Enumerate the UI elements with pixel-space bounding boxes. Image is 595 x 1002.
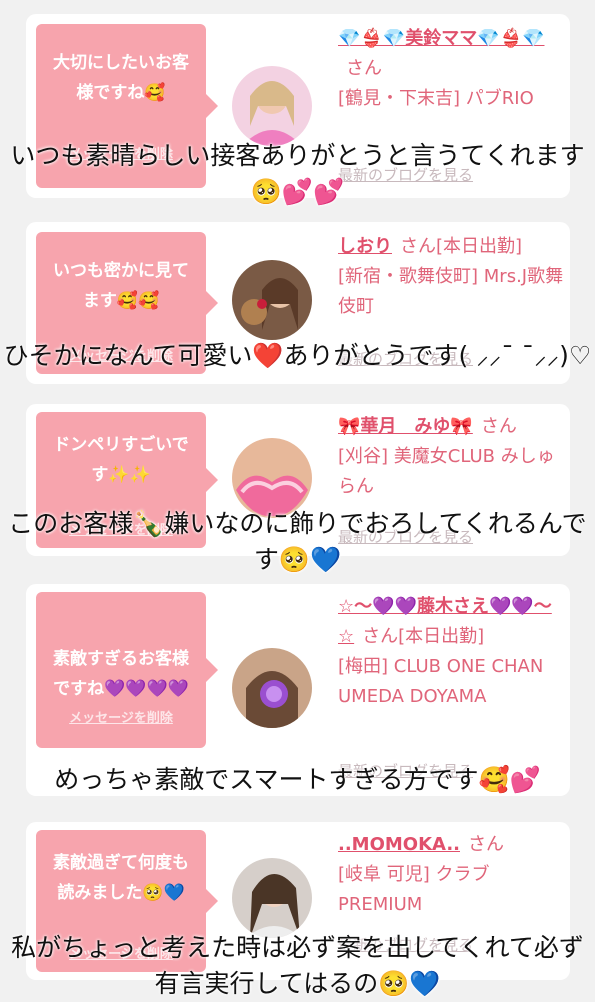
cast-suffix: さん[本日出勤] [362, 626, 485, 647]
overlay-caption: 私がちょっと考えた時は必ず案を出してくれて必ず有言実行してはるの🥺💙 [11, 933, 584, 998]
shop-label: [梅田] CLUB ONE CHAN UMEDA DOYAMA [338, 656, 544, 707]
avatar[interactable] [232, 648, 312, 728]
cast-name-link[interactable]: 💎👙💎美鈴ママ💎👙💎 [338, 28, 544, 49]
cast-info: 🎀華月 みゆ🎀 さん [刈谷] 美魔女CLUB みしゅらん [338, 412, 566, 502]
cast-name-link[interactable]: ..MOMOKA.. [338, 834, 460, 855]
cast-info: 💎👙💎美鈴ママ💎👙💎 さん [鶴見・下末吉] パブRIO [338, 24, 566, 114]
cast-suffix: さん [468, 834, 504, 855]
cast-info: ..MOMOKA.. さん [岐阜 可児] クラブPREMIUM [338, 830, 566, 920]
cast-info: しおり さん[本日出勤] [新宿・歌舞伎町] Mrs.J歌舞伎町 [338, 232, 566, 322]
message-text: 大切にしたいお客様ですね🥰 [53, 53, 189, 103]
overlay-caption: ひそかになんて可愛い❤️ありがとうです( ⸝⸝¯ ¯⸝⸝)♡ [3, 341, 592, 370]
delete-message-link[interactable]: メッセージを削除 [36, 707, 206, 726]
message-text: 素敵すぎるお客様ですね💜💜💜💜 [53, 649, 189, 699]
shop-label: [刈谷] 美魔女CLUB みしゅらん [338, 446, 555, 497]
message-text: 素敵過ぎて何度も読みました🥺💙 [53, 853, 189, 903]
shop-label: [新宿・歌舞伎町] Mrs.J歌舞伎町 [338, 266, 564, 317]
message-text: ドンペリすごいです✨✨ [53, 435, 189, 485]
cast-name-link[interactable]: しおり [338, 236, 392, 257]
avatar[interactable] [232, 260, 312, 340]
cast-name-link[interactable]: 🎀華月 みゆ🎀 [338, 416, 473, 437]
message-text: いつも密かに見てます🥰🥰 [53, 261, 189, 311]
message-bubble: 素敵すぎるお客様ですね💜💜💜💜 メッセージを削除 [36, 592, 218, 748]
cast-suffix: さん [480, 416, 517, 437]
overlay-caption: いつも素晴らしい接客ありがとうと言うてくれます🥺💕💕 [10, 141, 585, 206]
overlay-caption: このお客様🍾嫌いなのに飾りでおろしてくれるんです🥺💙 [8, 509, 587, 574]
shop-label: [岐阜 可児] クラブPREMIUM [338, 864, 490, 915]
avatar[interactable] [232, 858, 312, 938]
cast-info: ☆〜💜💜藤木さえ💜💜〜☆ さん[本日出勤] [梅田] CLUB ONE CHAN … [338, 592, 566, 712]
overlay-caption: めっちゃ素敵でスマートすぎる方です🥰💕 [54, 765, 541, 794]
avatar[interactable] [232, 66, 312, 146]
shop-label: [鶴見・下末吉] パブRIO [338, 88, 534, 109]
cast-suffix: さん [346, 58, 382, 79]
cast-suffix: さん[本日出勤] [400, 236, 523, 257]
